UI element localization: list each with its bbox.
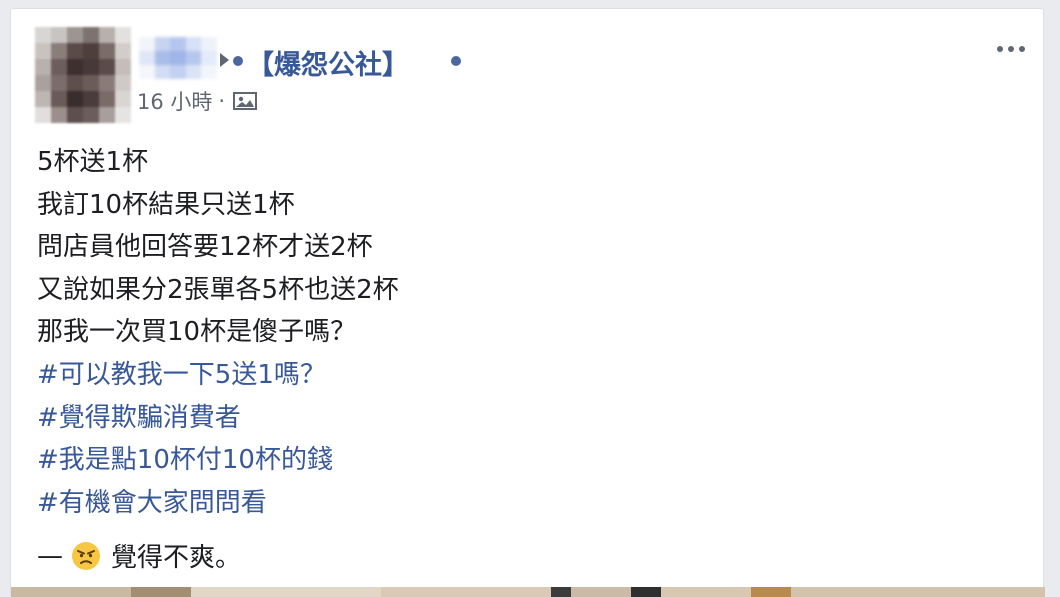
post-card: 【爆怨公社】 16 小時 · 5杯送1杯 我訂10杯結果只送1杯 問店員他回答要… xyxy=(10,8,1045,597)
feeling-dash: — xyxy=(37,540,63,571)
hashtag-link[interactable]: #我是點10杯付10杯的錢 xyxy=(37,439,399,482)
shared-to-arrow-icon xyxy=(220,53,229,67)
group-name-link[interactable]: 【爆怨公社】 xyxy=(247,43,409,82)
post-line: 5杯送1杯 xyxy=(37,147,149,177)
post-line: 我訂10杯結果只送1杯 xyxy=(37,189,295,220)
post-body: 5杯送1杯 我訂10杯結果只送1杯 問店員他回答要12杯才送2杯 又說如果分2張… xyxy=(37,141,399,524)
more-options-icon[interactable] xyxy=(991,39,1031,59)
post-meta: 16 小時 · xyxy=(137,86,258,116)
group-dot-icon xyxy=(451,56,461,66)
photo-icon xyxy=(233,92,258,110)
hashtag-link[interactable]: #覺得欺騙消費者 xyxy=(37,397,399,440)
group-dot-icon xyxy=(233,56,243,66)
feeling-line: — 覺得不爽。 xyxy=(37,537,241,574)
hashtag-link[interactable]: #有機會大家問問看 xyxy=(37,482,399,525)
hashtag-link[interactable]: #可以教我一下5送1嗎？ xyxy=(37,354,399,397)
post-timestamp[interactable]: 16 小時 xyxy=(137,86,212,116)
post-line: 又說如果分2張單各5杯也送2杯 xyxy=(37,274,399,305)
author-name-blurred[interactable] xyxy=(139,37,217,79)
angry-face-icon xyxy=(72,541,100,570)
group-name-text[interactable]: 【爆怨公社】 xyxy=(247,50,409,81)
post-line: 問店員他回答要12杯才送2杯 xyxy=(37,232,373,263)
post-line: 那我一次買10杯是傻子嗎？ xyxy=(37,317,357,348)
feeling-text: 覺得不爽。 xyxy=(111,543,242,573)
avatar[interactable] xyxy=(35,27,131,123)
meta-separator: · xyxy=(218,89,226,113)
